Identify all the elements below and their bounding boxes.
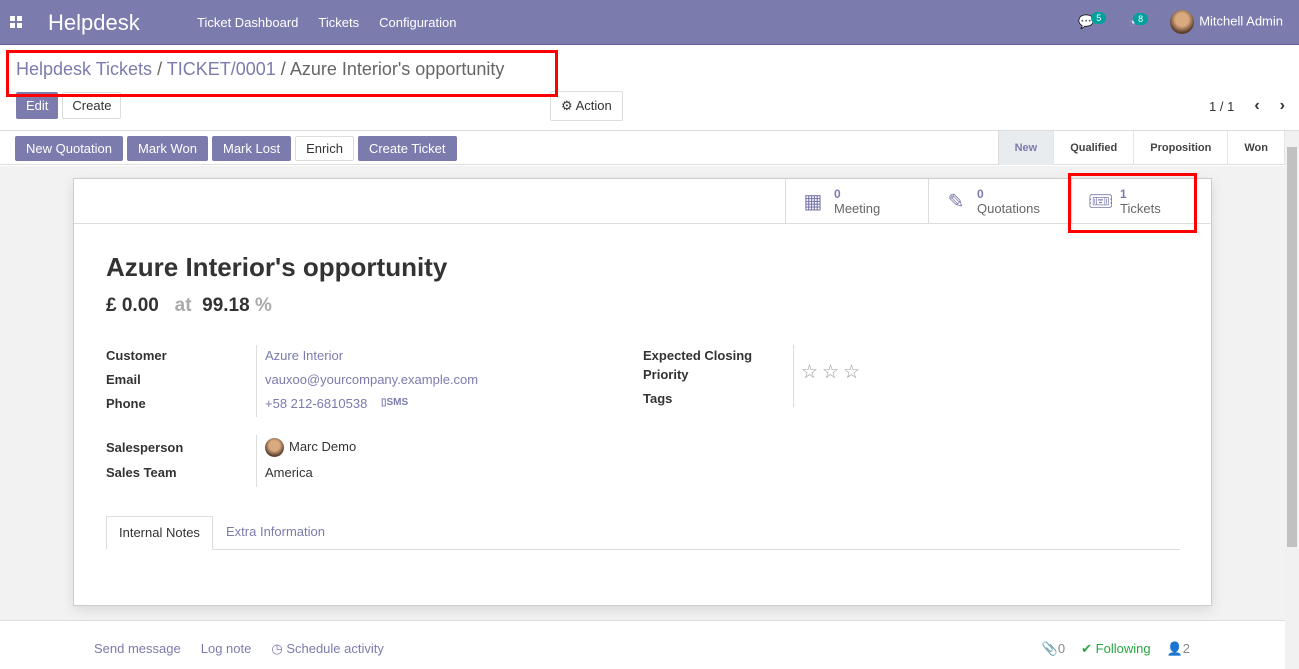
attachments-button[interactable]: 📎0 — [1042, 641, 1065, 657]
priority-label: Priority — [643, 367, 689, 382]
phone-label: Phone — [106, 396, 146, 411]
revenue-value: £ 0.00 — [106, 295, 159, 316]
priority-star-icon[interactable]: ☆ — [801, 361, 818, 384]
menu-tickets[interactable]: Tickets — [318, 15, 359, 30]
meeting-smart-button[interactable]: ▦ 0 Meeting — [785, 179, 928, 223]
stage-bar: New Qualified Proposition Won — [997, 131, 1285, 165]
edit-icon: ✎ — [947, 190, 965, 213]
menu-ticket-dashboard[interactable]: Ticket Dashboard — [197, 15, 298, 30]
quotations-smart-button[interactable]: ✎ 0 Quotations — [928, 179, 1071, 223]
schedule-activity-label: Schedule activity — [286, 641, 384, 656]
sales-team-label: Sales Team — [106, 465, 177, 480]
salesperson-avatar — [265, 438, 284, 457]
messages-badge: 5 — [1091, 12, 1107, 24]
calendar-icon: ▦ — [803, 190, 823, 213]
divider — [793, 345, 794, 407]
stage-proposition[interactable]: Proposition — [1134, 131, 1229, 165]
at-label: at — [174, 295, 192, 316]
log-note-button[interactable]: Log note — [201, 641, 252, 657]
pager-value[interactable]: 1 / 1 — [1209, 99, 1234, 114]
mark-won-button[interactable]: Mark Won — [127, 136, 208, 161]
user-name: Mitchell Admin — [1199, 13, 1283, 29]
divider — [256, 435, 257, 487]
sms-label: SMS — [386, 397, 409, 408]
form-sheet: ▦ 0 Meeting ✎ 0 Quotations 🎟 1 Tickets Azur… — [73, 178, 1212, 606]
user-menu[interactable]: Mitchell Admin — [1170, 10, 1283, 34]
quotations-label: Quotations — [977, 200, 1040, 216]
menu-configuration[interactable]: Configuration — [379, 15, 456, 30]
top-navbar: Helpdesk Ticket Dashboard Tickets Config… — [0, 0, 1299, 45]
status-header: New Quotation Mark Won Mark Lost Enrich … — [0, 131, 1285, 165]
scrollbar-thumb[interactable] — [1287, 147, 1297, 547]
meeting-count: 0 — [834, 186, 841, 201]
email-label: Email — [106, 372, 141, 387]
followers-button[interactable]: 👤2 — [1167, 641, 1190, 657]
meeting-label: Meeting — [834, 200, 881, 216]
probability-value: 99.18 — [202, 295, 250, 316]
phone-field[interactable]: +58 212-6810538 — [265, 396, 367, 411]
mark-lost-button[interactable]: Mark Lost — [212, 136, 292, 161]
notebook-tabs: Internal Notes Extra Information — [106, 516, 1180, 550]
apps-menu-icon[interactable] — [10, 16, 22, 28]
send-message-button[interactable]: Send message — [94, 641, 181, 657]
paperclip-icon: 📎 — [1041, 641, 1058, 656]
action-button[interactable]: ⚙ Action — [550, 91, 623, 121]
clock-icon: ◷ — [271, 641, 283, 656]
tab-internal-notes[interactable]: Internal Notes — [106, 516, 213, 550]
new-quotation-button[interactable]: New Quotation — [15, 136, 123, 161]
expected-closing-label: Expected Closing — [643, 348, 753, 363]
expected-revenue: £ 0.00 at 99.18 % — [106, 295, 272, 317]
attachments-count: 0 — [1057, 641, 1066, 656]
stage-won[interactable]: Won — [1228, 131, 1285, 165]
salesperson-label: Salesperson — [106, 440, 184, 455]
app-brand: Helpdesk — [48, 10, 140, 35]
sms-button[interactable]: ▯SMS — [381, 397, 408, 408]
following-button[interactable]: ✔ Following — [1081, 641, 1150, 657]
priority-star-icon[interactable]: ☆ — [822, 361, 839, 384]
divider — [256, 345, 257, 417]
scrollbar[interactable] — [1285, 131, 1299, 669]
enrich-button[interactable]: Enrich — [295, 136, 354, 161]
customer-field[interactable]: Azure Interior — [265, 348, 343, 363]
quotations-count: 0 — [977, 186, 984, 201]
gear-icon: ⚙ — [561, 98, 573, 113]
check-icon: ✔ — [1081, 641, 1093, 656]
highlight-box-tickets — [1068, 173, 1197, 233]
activities-badge: 8 — [1133, 12, 1149, 25]
followers-count: 2 — [1182, 641, 1190, 656]
email-field[interactable]: vauxoo@yourcompany.example.com — [265, 372, 478, 387]
customer-label: Customer — [106, 348, 167, 363]
activities-button[interactable]: ◔ 8 — [1128, 12, 1149, 30]
avatar — [1170, 10, 1195, 34]
chevron-right-icon[interactable]: › — [1280, 97, 1285, 115]
highlight-box-breadcrumb — [6, 50, 558, 97]
record-title: Azure Interior's opportunity — [106, 252, 448, 282]
tab-extra-information[interactable]: Extra Information — [214, 516, 337, 550]
following-label: Following — [1095, 641, 1151, 656]
schedule-activity-button[interactable]: ◷ Schedule activity — [271, 641, 384, 657]
percent-sign: % — [254, 295, 272, 316]
priority-star-icon[interactable]: ☆ — [843, 361, 860, 384]
stage-qualified[interactable]: Qualified — [1054, 131, 1135, 165]
salesperson-name: Marc Demo — [289, 438, 357, 454]
sales-team-field[interactable]: America — [265, 465, 313, 480]
action-label: Action — [575, 98, 612, 113]
messages-button[interactable]: 💬 5 — [1078, 12, 1107, 30]
chatter: Send message Log note ◷ Schedule activit… — [0, 620, 1285, 669]
salesperson-field[interactable]: Marc Demo — [265, 438, 356, 457]
stage-new[interactable]: New — [998, 131, 1055, 165]
chevron-left-icon[interactable]: ‹ — [1254, 97, 1259, 115]
user-icon: 👤 — [1166, 641, 1183, 656]
create-ticket-button[interactable]: Create Ticket — [357, 136, 457, 161]
button-box: ▦ 0 Meeting ✎ 0 Quotations 🎟 1 Tickets — [74, 179, 1211, 224]
tags-label: Tags — [643, 391, 673, 406]
